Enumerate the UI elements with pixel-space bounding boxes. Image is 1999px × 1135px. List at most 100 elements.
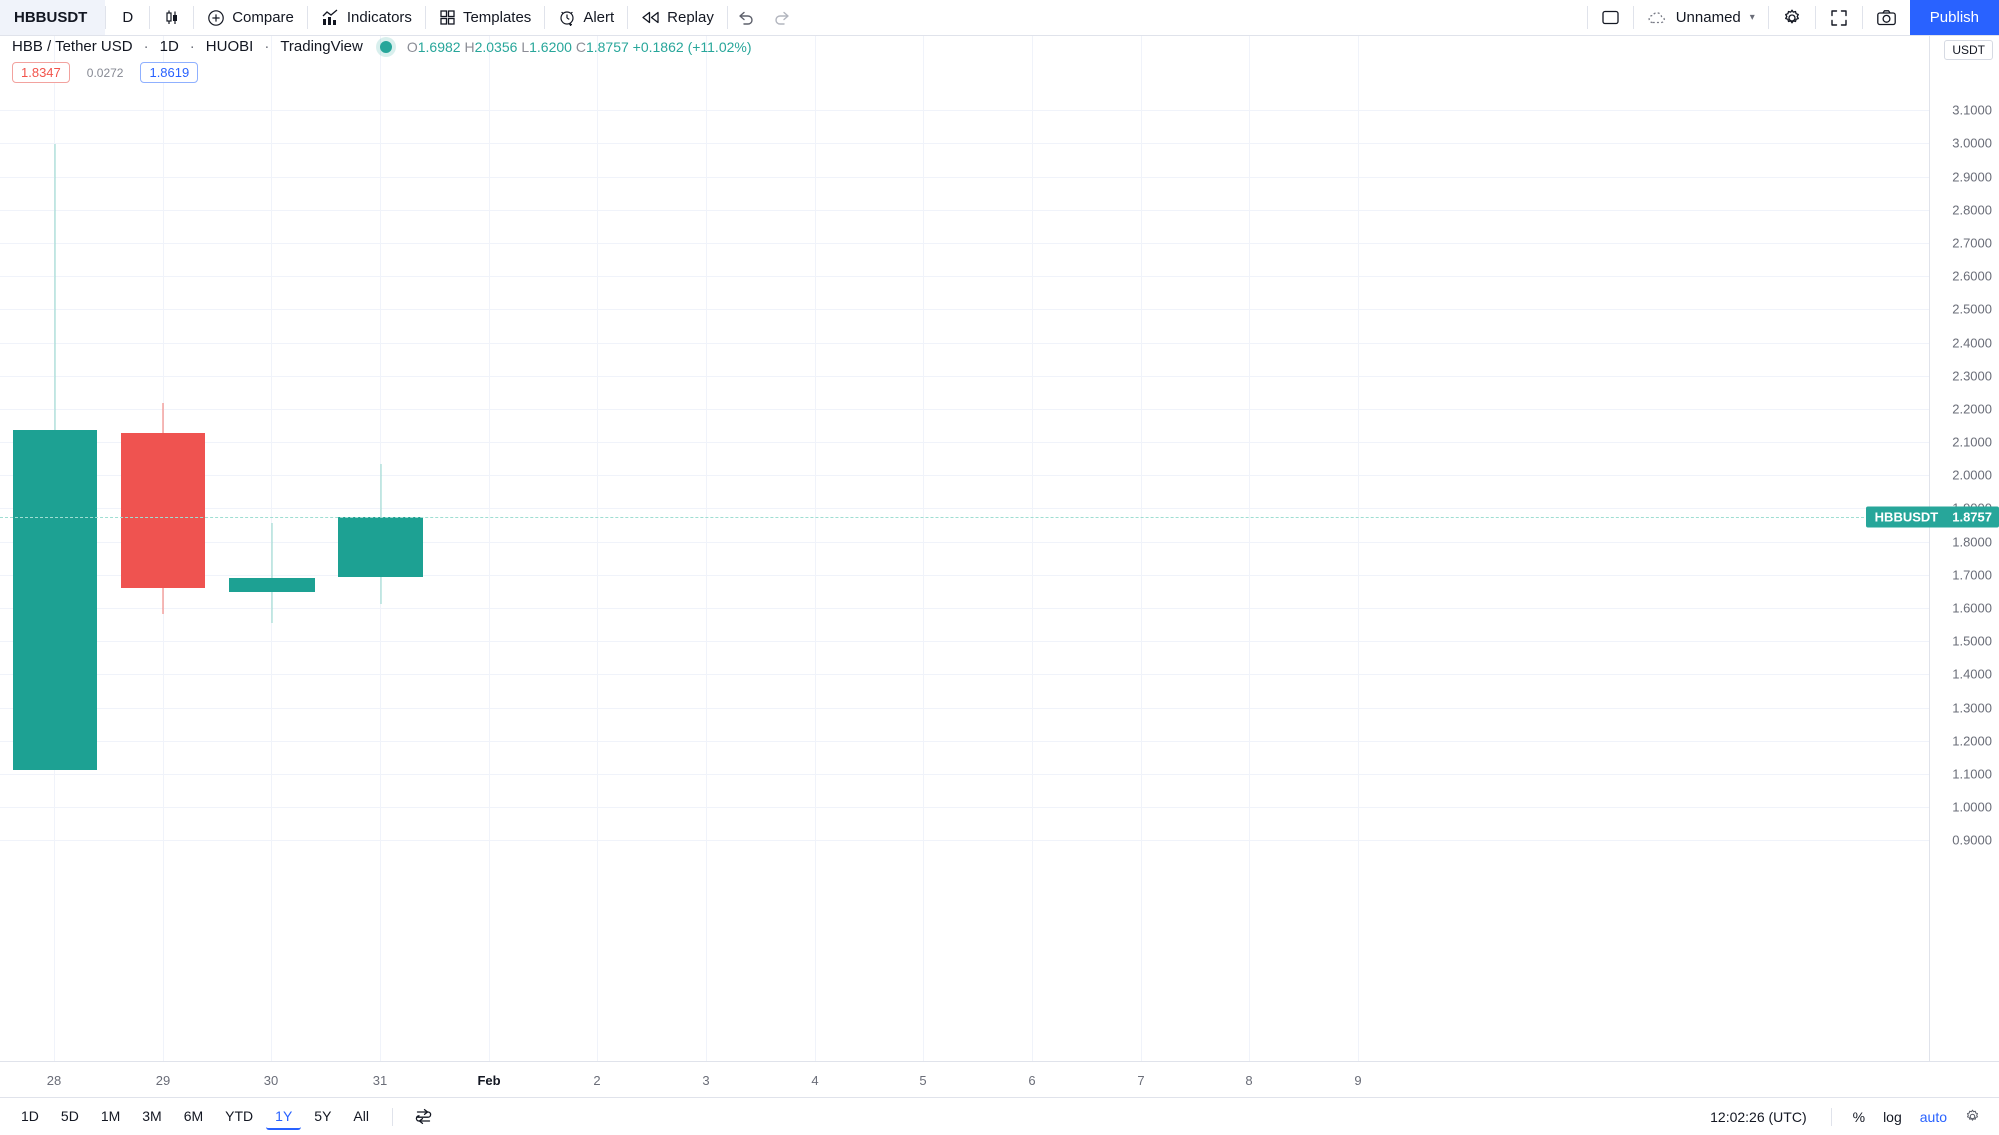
redo-button[interactable] — [764, 0, 800, 35]
range-button-5d[interactable]: 5D — [52, 1104, 88, 1130]
undo-arrow-icon — [737, 10, 755, 26]
axis-settings-button[interactable] — [1956, 1108, 1989, 1125]
publish-label: Publish — [1929, 9, 1979, 26]
price-tick: 1.8000 — [1952, 534, 1992, 550]
camera-icon — [1876, 9, 1897, 27]
undo-button[interactable] — [728, 0, 764, 35]
time-tick: 8 — [1245, 1073, 1253, 1088]
redo-arrow-icon — [773, 10, 791, 26]
indicators-label: Indicators — [346, 9, 412, 26]
current-price-tag[interactable]: HBBUSDT 1.8757 — [1865, 506, 1999, 528]
alert-button[interactable]: Alert — [545, 0, 627, 35]
time-tick: 31 — [372, 1073, 388, 1088]
snapshot-button[interactable] — [1863, 0, 1910, 35]
currency-badge[interactable]: USDT — [1944, 40, 1993, 60]
price-tick: 0.9000 — [1952, 832, 1992, 848]
compare-label: Compare — [232, 9, 294, 26]
interval-button[interactable]: D — [106, 0, 149, 35]
alert-label: Alert — [583, 9, 615, 26]
percent-scale-button[interactable]: % — [1844, 1105, 1874, 1129]
legend-symbol-title[interactable]: HBB / Tether USD — [12, 38, 133, 55]
layout-select-button[interactable] — [1588, 0, 1633, 35]
candle[interactable] — [229, 36, 315, 1061]
candle[interactable] — [13, 36, 97, 1061]
range-button-1d[interactable]: 1D — [12, 1104, 48, 1130]
price-tick: 1.5000 — [1952, 633, 1992, 649]
chevron-down-icon: ▾ — [1749, 12, 1755, 23]
candle[interactable] — [121, 36, 205, 1061]
price-tick: 2.6000 — [1952, 268, 1992, 284]
chart-legend: HBB / Tether USD · 1D · HUOBI · TradingV… — [12, 38, 752, 83]
cloud-dashed-icon — [1647, 10, 1667, 26]
price-tick: 1.2000 — [1952, 733, 1992, 749]
templates-button[interactable]: Templates — [426, 0, 544, 35]
price-tick: 2.0000 — [1952, 467, 1992, 483]
range-button-ytd[interactable]: YTD — [216, 1104, 262, 1130]
range-button-6m[interactable]: 6M — [175, 1104, 212, 1130]
price-tick: 2.7000 — [1952, 235, 1992, 251]
open-label: O — [406, 38, 418, 55]
replay-label: Replay — [667, 9, 714, 26]
legend-title-row: HBB / Tether USD · 1D · HUOBI · TradingV… — [12, 38, 752, 55]
candle-body — [338, 517, 423, 577]
gridline-vertical — [1249, 36, 1250, 1061]
save-layout-button[interactable]: Unnamed ▾ — [1634, 0, 1768, 35]
range-button-all[interactable]: All — [344, 1104, 378, 1130]
go-to-date-icon — [414, 1108, 433, 1125]
time-axis[interactable]: 28 29 30 31 Feb 2 3 4 5 6 7 8 9 — [0, 1061, 1999, 1097]
publish-button[interactable]: Publish — [1909, 0, 1999, 35]
ask-price-box[interactable]: 1.8347 — [12, 62, 70, 83]
legend-exchange: HUOBI — [205, 38, 254, 55]
price-tag-symbol: HBBUSDT — [1874, 509, 1939, 525]
go-to-date-button[interactable] — [405, 1104, 442, 1129]
time-tick: 28 — [46, 1073, 62, 1088]
price-tick: 2.4000 — [1952, 335, 1992, 351]
symbol-search-button[interactable]: HBBUSDT — [0, 0, 106, 35]
fullscreen-button[interactable] — [1816, 0, 1862, 35]
replay-button[interactable]: Replay — [628, 0, 727, 35]
price-tick: 1.1000 — [1952, 766, 1992, 782]
price-tag-value: 1.8757 — [1952, 509, 1992, 525]
gridline-vertical — [1141, 36, 1142, 1061]
close-label: C — [575, 38, 586, 55]
time-tick: 3 — [702, 1073, 710, 1088]
chart-pane[interactable] — [0, 36, 1929, 1061]
range-button-5y[interactable]: 5Y — [305, 1104, 340, 1130]
candle-wick — [54, 144, 56, 430]
range-button-1y[interactable]: 1Y — [266, 1104, 302, 1130]
high-value: 2.0356 — [474, 38, 518, 55]
gridline-vertical — [1032, 36, 1033, 1061]
candle-body — [229, 578, 315, 592]
time-tick: 4 — [811, 1073, 819, 1088]
time-tick: 9 — [1354, 1073, 1362, 1088]
clock-label: 12:02:26 (UTC) — [1710, 1108, 1807, 1125]
compare-button[interactable]: Compare — [194, 0, 307, 35]
legend-separator: · — [264, 38, 270, 55]
time-tick: 2 — [593, 1073, 601, 1088]
chart-type-button[interactable] — [150, 0, 193, 35]
fullscreen-icon — [1829, 8, 1849, 28]
date-range-buttons: 1D 5D 1M 3M 6M YTD 1Y 5Y All — [10, 1104, 380, 1130]
log-scale-button[interactable]: log — [1874, 1105, 1911, 1129]
time-tick: 6 — [1028, 1073, 1036, 1088]
axis-settings-icon — [1964, 1108, 1981, 1125]
indicators-button[interactable]: Indicators — [308, 0, 425, 35]
auto-scale-button[interactable]: auto — [1911, 1105, 1956, 1129]
top-toolbar: HBBUSDT D Compare Indicators Templates A… — [0, 0, 1999, 36]
chart-settings-button[interactable] — [1769, 0, 1815, 35]
alarm-clock-icon — [558, 9, 576, 27]
time-tick: Feb — [477, 1073, 501, 1088]
price-tick: 2.9000 — [1952, 169, 1992, 185]
price-tick: 1.3000 — [1952, 700, 1992, 716]
plus-circle-icon — [207, 9, 225, 27]
legend-interval: 1D — [159, 38, 179, 55]
range-button-1m[interactable]: 1M — [92, 1104, 129, 1130]
range-button-3m[interactable]: 3M — [133, 1104, 170, 1130]
bid-price-box[interactable]: 1.8619 — [140, 62, 199, 83]
price-axis[interactable]: USDT 3.1000 3.0000 2.9000 2.8000 2.7000 2.600… — [1865, 36, 1999, 1061]
price-tick: 1.6000 — [1952, 600, 1992, 616]
gridline-vertical — [1358, 36, 1359, 1061]
price-tick: 2.2000 — [1952, 401, 1992, 417]
candle[interactable] — [338, 36, 423, 1061]
